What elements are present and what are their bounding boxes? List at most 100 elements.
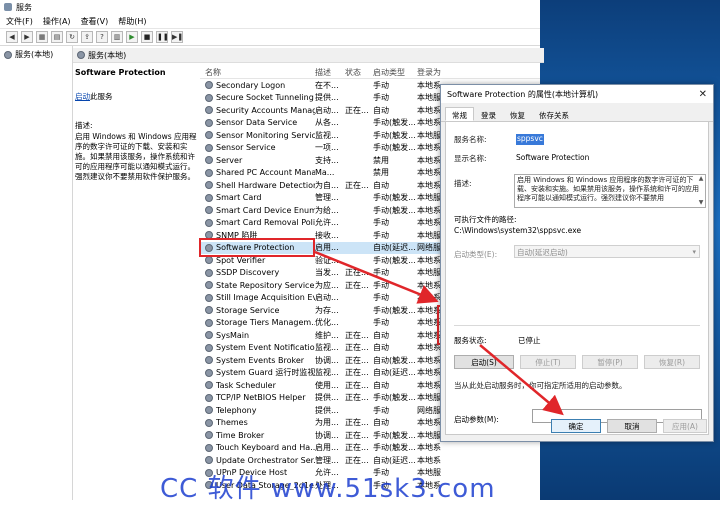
tab-dependencies[interactable]: 依存关系 [532,107,576,121]
startup-type-value: 自动(延迟启动) [517,248,568,257]
dialog-description-box[interactable]: 启用 Windows 和 Windows 应用程序的数字许可证的下载、安装和实施… [514,174,706,208]
service-description-cell: 提供... [315,93,339,103]
highlight-selected-row [199,238,315,257]
gear-icon [205,368,213,377]
service-description-cell: 验证... [315,255,339,265]
gear-icon [205,356,213,365]
restart-service-icon[interactable]: ▶❚ [171,31,183,43]
service-description-cell: 启动... [315,105,339,115]
forward-icon[interactable]: ▶ [21,31,33,43]
refresh-icon[interactable]: ↻ [66,31,78,43]
menu-action[interactable]: 操作(A) [43,16,71,27]
service-name-cell: Storage Service [200,306,315,315]
tab-logon[interactable]: 登录 [474,107,503,121]
properties-icon[interactable]: ▤ [51,31,63,43]
service-name-cell: Sensor Service [200,143,315,152]
column-header-description[interactable]: 描述 [315,67,345,78]
service-name-text: Sensor Service [216,143,276,153]
service-name-cell: Sensor Monitoring Service [200,131,315,140]
service-name-text: Still Image Acquisition Ev... [216,293,315,303]
ok-button[interactable]: 确定 [551,419,601,433]
service-name-text: Smart Card [216,193,262,203]
help-icon[interactable]: ? [96,31,108,43]
gear-icon [205,256,213,265]
service-name-text: Shared PC Account Mana... [216,168,315,178]
scroll-down-icon[interactable]: ▼ [698,200,704,206]
display-name-value: Software Protection [516,153,590,162]
service-name-text: TCP/IP NetBIOS Helper [216,393,306,403]
service-name-text: Sensor Data Service [216,118,298,128]
column-header-name[interactable]: 名称 [200,67,315,78]
menu-help[interactable]: 帮助(H) [118,16,146,27]
service-name-text: SSDP Discovery [216,268,280,278]
description-pane: Software Protection 启动此服务 描述: 启用 Windows… [75,66,197,486]
start-service-link[interactable]: 启动 [75,91,90,102]
service-name-cell: Secure Socket Tunneling ... [200,93,315,102]
executable-path-label: 可执行文件的路径: [454,215,517,224]
service-status-cell: 正在... [345,268,369,278]
service-description-cell: 启用... [315,243,339,253]
list-header: 名称 描述 状态 启动类型 登录为 [200,66,540,79]
start-button[interactable]: 启动(S) [454,355,514,369]
service-startup-cell: 手动(触发... [373,130,416,140]
service-status-cell: 正在... [345,343,369,353]
service-name-cell: Sensor Data Service [200,118,315,127]
back-icon[interactable]: ◀ [6,31,18,43]
column-header-logon-as[interactable]: 登录为 [417,67,457,78]
service-name-cell: Server [200,156,315,165]
tab-recovery[interactable]: 恢复 [503,107,532,121]
cancel-button[interactable]: 取消 [607,419,657,433]
table-row[interactable]: Update Orchestrator Ser... 管理... 正在... 自动(延… [200,454,540,467]
dialog-description-text: 启用 Windows 和 Windows 应用程序的数字许可证的下载、安装和实施… [517,176,699,202]
service-name-label: 服务名称: [454,135,487,144]
column-header-status[interactable]: 状态 [345,67,373,78]
tree-item-services-local[interactable]: 服务(本地) [0,46,72,63]
service-name-text: System Events Broker [216,355,305,365]
service-description-cell: 启动... [315,293,339,303]
service-startup-cell: 自动(延迟... [373,455,416,465]
service-name-text: Update Orchestrator Ser... [216,455,315,465]
gear-icon [205,281,213,290]
service-name-text: Security Accounts Manag... [216,105,315,115]
service-startup-cell: 手动 [373,218,389,228]
pause-button[interactable]: 暂停(P) [582,355,638,369]
gear-icon [205,456,213,465]
startup-type-select[interactable]: 自动(延迟启动) ▾ [514,245,700,258]
menu-file[interactable]: 文件(F) [6,16,33,27]
service-startup-cell: 自动 [373,418,389,428]
service-startup-cell: 手动(触发... [373,393,416,403]
service-description-cell: 接收... [315,230,339,240]
console-tree-icon[interactable]: ▦ [36,31,48,43]
stop-service-icon[interactable]: ■ [141,31,153,43]
gear-icon [205,193,213,202]
table-row[interactable]: Touch Keyboard and Ha... 启用... 正在... 手动(触发.… [200,442,540,455]
tab-general[interactable]: 常规 [445,107,474,121]
panel-header-title: 服务(本地) [88,50,127,60]
scroll-up-icon[interactable]: ▲ [698,176,704,182]
service-name-cell: TCP/IP NetBIOS Helper [200,393,315,402]
column-header-startup-type[interactable]: 启动类型 [373,67,417,78]
service-description-cell: 优化... [315,318,339,328]
service-name-text: Smart Card Device Enum... [216,205,315,215]
start-service-icon[interactable]: ▶ [126,31,138,43]
tree-item-label: 服务(本地) [15,50,54,59]
apply-button[interactable]: 应用(A) [663,419,707,433]
service-name-value[interactable]: sppsvc [516,134,544,145]
view-icon[interactable]: ▥ [111,31,123,43]
service-name-text: Smart Card Removal Poli... [216,218,315,228]
service-description-cell: 使用... [315,380,339,390]
resume-button[interactable]: 恢复(R) [644,355,700,369]
export-icon[interactable]: ⇪ [81,31,93,43]
service-description-cell: 管理... [315,455,339,465]
service-name-cell: System Event Notification... [200,343,315,352]
service-description-cell: 管理... [315,193,339,203]
service-description-cell: 提供... [315,405,339,415]
service-description-cell: 维护... [315,330,339,340]
description-label: 描述: [75,121,93,130]
pause-service-icon[interactable]: ❚❚ [156,31,169,43]
close-icon[interactable]: ✕ [699,89,707,100]
menu-view[interactable]: 查看(V) [81,16,109,27]
service-description-cell: 从各... [315,118,339,128]
service-startup-cell: 自动(延迟... [373,243,416,253]
stop-button[interactable]: 停止(T) [520,355,576,369]
